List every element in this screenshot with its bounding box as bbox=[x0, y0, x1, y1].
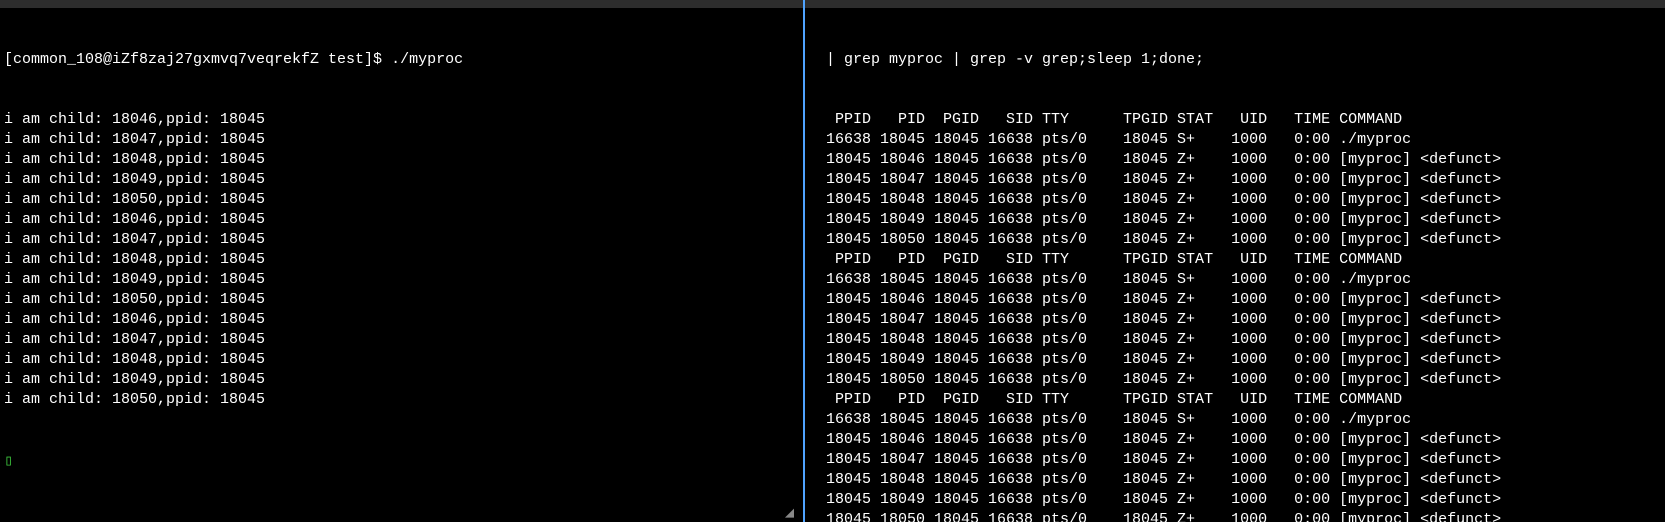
ps-row: 18045 18049 18045 16638 pts/0 18045 Z+ 1… bbox=[817, 210, 1663, 230]
ps-row: 18045 18049 18045 16638 pts/0 18045 Z+ 1… bbox=[817, 490, 1663, 510]
ps-row: 18045 18050 18045 16638 pts/0 18045 Z+ 1… bbox=[817, 230, 1663, 250]
ps-row: 18045 18048 18045 16638 pts/0 18045 Z+ 1… bbox=[817, 470, 1663, 490]
output-line: i am child: 18050,ppid: 18045 bbox=[4, 290, 799, 310]
left-output-lines: i am child: 18046,ppid: 18045i am child:… bbox=[4, 110, 799, 410]
ps-row: 18045 18050 18045 16638 pts/0 18045 Z+ 1… bbox=[817, 370, 1663, 390]
ps-row: 16638 18045 18045 16638 pts/0 18045 S+ 1… bbox=[817, 410, 1663, 430]
left-titlebar bbox=[0, 0, 803, 8]
right-terminal-pane[interactable]: | grep myproc | grep -v grep;sleep 1;don… bbox=[805, 0, 1665, 522]
ps-row: 18045 18046 18045 16638 pts/0 18045 Z+ 1… bbox=[817, 290, 1663, 310]
right-output-lines: PPID PID PGID SID TTY TPGID STAT UID TIM… bbox=[817, 110, 1663, 522]
ps-row: 18045 18047 18045 16638 pts/0 18045 Z+ 1… bbox=[817, 310, 1663, 330]
left-terminal-body[interactable]: [common_108@iZf8zaj27gxmvq7veqrekfZ test… bbox=[0, 8, 803, 514]
output-line: i am child: 18049,ppid: 18045 bbox=[4, 270, 799, 290]
ps-row: 18045 18047 18045 16638 pts/0 18045 Z+ 1… bbox=[817, 170, 1663, 190]
ps-header: PPID PID PGID SID TTY TPGID STAT UID TIM… bbox=[817, 390, 1663, 410]
terminal-split-view: [common_108@iZf8zaj27gxmvq7veqrekfZ test… bbox=[0, 0, 1665, 522]
prompt-line: [common_108@iZf8zaj27gxmvq7veqrekfZ test… bbox=[4, 50, 799, 70]
output-line: i am child: 18048,ppid: 18045 bbox=[4, 350, 799, 370]
ps-header: PPID PID PGID SID TTY TPGID STAT UID TIM… bbox=[817, 250, 1663, 270]
grep-command-line: | grep myproc | grep -v grep;sleep 1;don… bbox=[817, 50, 1663, 70]
output-line: i am child: 18046,ppid: 18045 bbox=[4, 310, 799, 330]
output-line: i am child: 18046,ppid: 18045 bbox=[4, 210, 799, 230]
right-titlebar bbox=[805, 0, 1665, 8]
output-line: i am child: 18047,ppid: 18045 bbox=[4, 230, 799, 250]
output-line: i am child: 18050,ppid: 18045 bbox=[4, 190, 799, 210]
left-terminal-pane[interactable]: [common_108@iZf8zaj27gxmvq7veqrekfZ test… bbox=[0, 0, 805, 522]
output-line: i am child: 18048,ppid: 18045 bbox=[4, 150, 799, 170]
ps-row: 18045 18047 18045 16638 pts/0 18045 Z+ 1… bbox=[817, 450, 1663, 470]
shell-prompt: [common_108@iZf8zaj27gxmvq7veqrekfZ test… bbox=[4, 51, 391, 68]
cursor: ▯ bbox=[4, 452, 799, 472]
scrollbar-corner-icon[interactable]: ◢ bbox=[785, 504, 801, 520]
output-line: i am child: 18049,ppid: 18045 bbox=[4, 170, 799, 190]
ps-row: 18045 18048 18045 16638 pts/0 18045 Z+ 1… bbox=[817, 330, 1663, 350]
output-line: i am child: 18046,ppid: 18045 bbox=[4, 110, 799, 130]
ps-row: 18045 18048 18045 16638 pts/0 18045 Z+ 1… bbox=[817, 190, 1663, 210]
ps-row: 18045 18046 18045 16638 pts/0 18045 Z+ 1… bbox=[817, 430, 1663, 450]
ps-row: 18045 18046 18045 16638 pts/0 18045 Z+ 1… bbox=[817, 150, 1663, 170]
output-line: i am child: 18048,ppid: 18045 bbox=[4, 250, 799, 270]
ps-row: 16638 18045 18045 16638 pts/0 18045 S+ 1… bbox=[817, 130, 1663, 150]
output-line: i am child: 18047,ppid: 18045 bbox=[4, 330, 799, 350]
output-line: i am child: 18050,ppid: 18045 bbox=[4, 390, 799, 410]
ps-row: 18045 18050 18045 16638 pts/0 18045 Z+ 1… bbox=[817, 510, 1663, 522]
command-text: ./myproc bbox=[391, 51, 463, 68]
ps-row: 18045 18049 18045 16638 pts/0 18045 Z+ 1… bbox=[817, 350, 1663, 370]
ps-row: 16638 18045 18045 16638 pts/0 18045 S+ 1… bbox=[817, 270, 1663, 290]
output-line: i am child: 18047,ppid: 18045 bbox=[4, 130, 799, 150]
right-terminal-body[interactable]: | grep myproc | grep -v grep;sleep 1;don… bbox=[805, 8, 1665, 522]
output-line: i am child: 18049,ppid: 18045 bbox=[4, 370, 799, 390]
ps-header: PPID PID PGID SID TTY TPGID STAT UID TIM… bbox=[817, 110, 1663, 130]
